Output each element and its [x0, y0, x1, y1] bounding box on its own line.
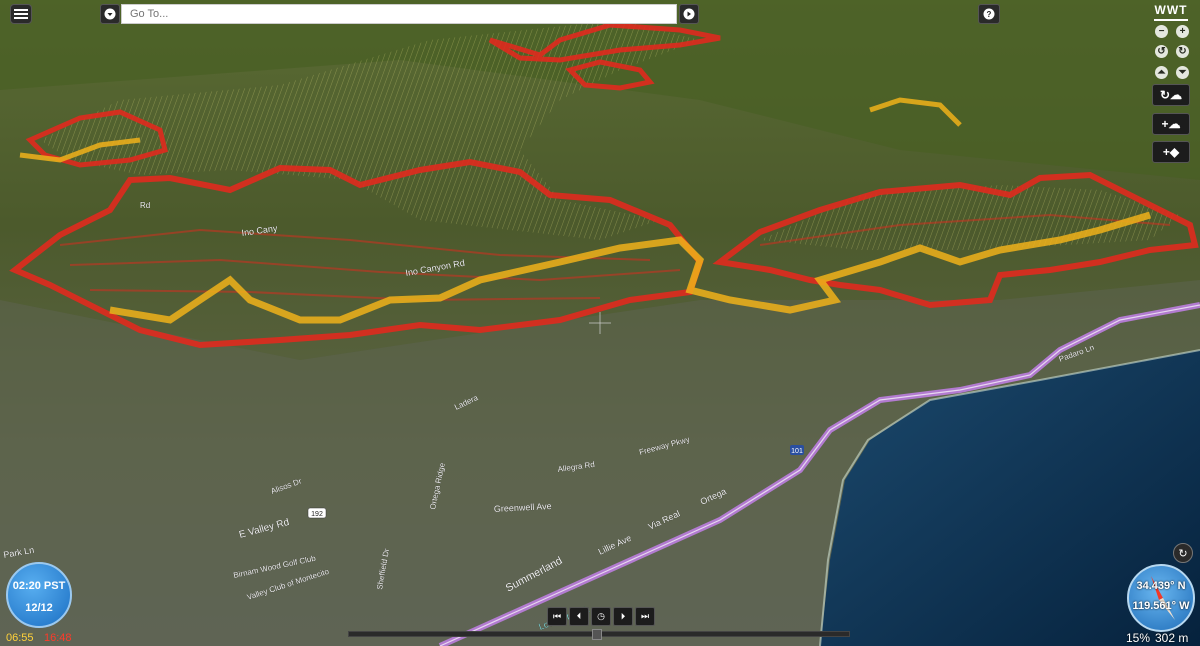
help-icon: ? [983, 8, 995, 20]
wwt-logo: WWT [1154, 3, 1188, 21]
satellite-terrain-map[interactable]: 101 192 Ino Cany Ino Canyon Rd Summerlan… [0, 0, 1200, 646]
clock-time: 02:20 PST [12, 580, 66, 592]
add-layer-button[interactable]: +☁ [1152, 113, 1190, 135]
zoom-out-button[interactable]: − [1155, 25, 1168, 38]
time-slider-handle[interactable] [592, 629, 602, 640]
tilt-down-button[interactable]: ⏷ [1176, 66, 1189, 79]
step-back-icon: ⏴ [576, 611, 582, 621]
rotate-right-button[interactable]: ↻ [1176, 45, 1189, 58]
skip-forward-icon: ⏭ [640, 611, 650, 621]
search-bar [100, 4, 699, 24]
svg-text:?: ? [987, 10, 992, 19]
help-button[interactable]: ? [978, 4, 1000, 24]
search-input[interactable] [121, 4, 677, 24]
svg-text:192: 192 [311, 511, 323, 518]
rewind-button[interactable]: ⏮ [547, 607, 567, 626]
map-label: Rd [140, 201, 150, 210]
reset-view-button[interactable]: ↻ [1173, 543, 1193, 563]
sunset-time: 16:48 [44, 632, 72, 644]
rotate-left-button[interactable]: ↺ [1155, 45, 1168, 58]
time-controls: ⏮ ⏴ ◷ ⏵ ⏭ [547, 607, 655, 626]
step-forward-button[interactable]: ⏵ [613, 607, 633, 626]
rotate-left-icon: ↺ [1157, 46, 1166, 57]
longitude-readout: 119.561° W [1132, 600, 1190, 612]
hamburger-icon [14, 9, 28, 19]
compass-needle-icon [1151, 576, 1175, 620]
add-diamond-icon: +◆ [1162, 145, 1180, 159]
rotate-right-icon: ↻ [1178, 46, 1187, 57]
skip-back-icon: ⏮ [552, 611, 562, 621]
minus-icon: − [1158, 26, 1165, 37]
now-button[interactable]: ◷ [591, 607, 611, 626]
sunrise-time: 06:55 [6, 632, 34, 644]
svg-text:101: 101 [791, 448, 803, 455]
tilt-down-icon: ⏷ [1178, 67, 1187, 78]
step-forward-icon: ⏵ [620, 611, 626, 621]
tilt-up-button[interactable]: ⏶ [1155, 66, 1168, 79]
tilt-up-icon: ⏶ [1157, 67, 1166, 78]
highway-shield-101: 101 [790, 445, 804, 455]
plus-icon: + [1179, 26, 1186, 37]
reset-icon: ↻ [1178, 547, 1188, 560]
fast-forward-button[interactable]: ⏭ [635, 607, 655, 626]
chevron-down-icon [104, 8, 116, 20]
search-submit-button[interactable] [679, 4, 699, 24]
latitude-readout: 34.439° N [1136, 580, 1186, 592]
add-cloud-icon: +☁ [1161, 117, 1181, 131]
compass-widget[interactable]: 34.439° N 119.561° W [1127, 564, 1195, 632]
altitude-readout: 302 m [1155, 631, 1189, 645]
chevron-right-icon [683, 8, 695, 20]
clock-date: 12/12 [25, 602, 53, 614]
clock-icon: ◷ [597, 611, 605, 621]
clock-widget[interactable]: 02:20 PST 12/12 [6, 562, 72, 628]
refresh-layers-button[interactable]: ↻☁ [1152, 84, 1190, 106]
refresh-cloud-icon: ↻☁ [1159, 88, 1183, 102]
menu-button[interactable] [10, 4, 32, 24]
highway-shield-192: 192 [307, 507, 327, 519]
zoom-in-button[interactable]: + [1176, 25, 1189, 38]
step-back-button[interactable]: ⏴ [569, 607, 589, 626]
add-data-button[interactable]: +◆ [1152, 141, 1190, 163]
search-dropdown-button[interactable] [100, 4, 120, 24]
zoom-percent: 15% [1126, 631, 1151, 645]
